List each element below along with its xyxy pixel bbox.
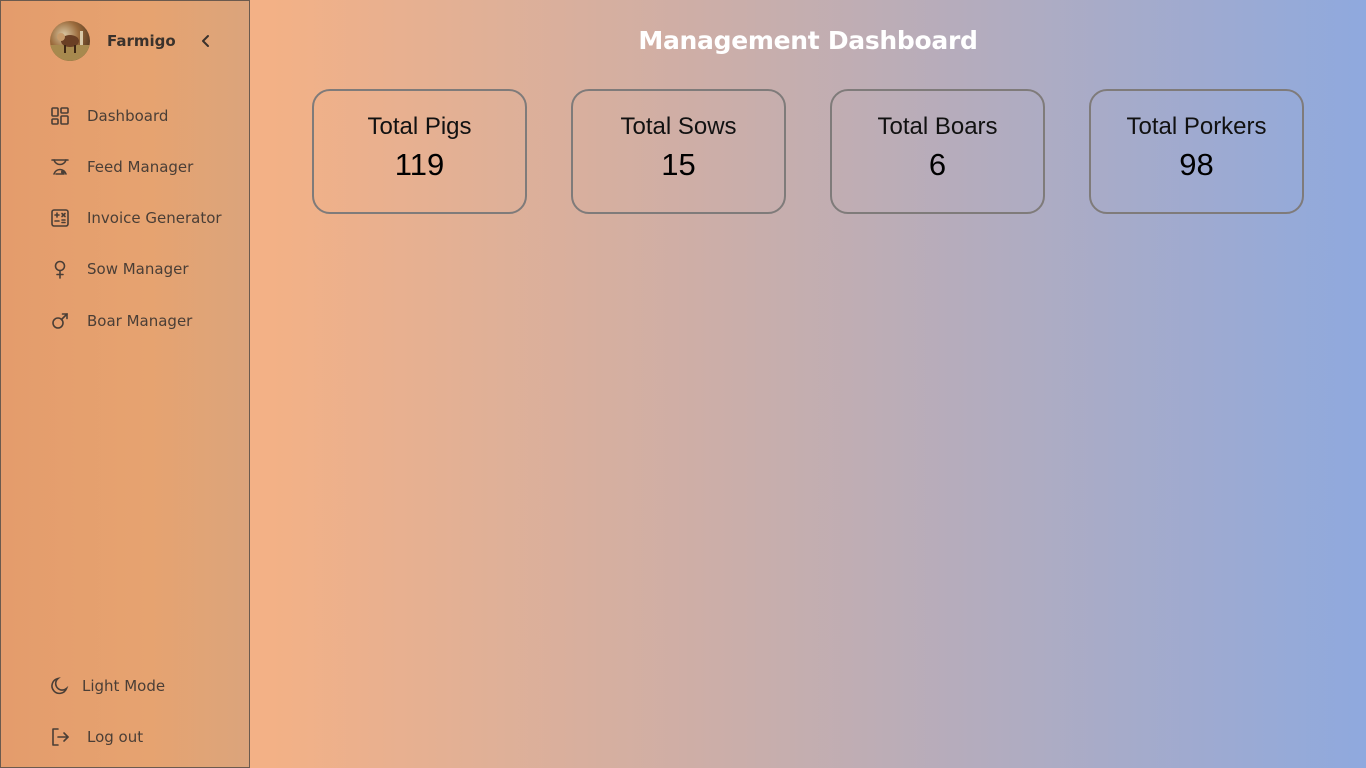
stat-card-label: Total Pigs xyxy=(367,113,472,140)
stat-card-total-pigs: Total Pigs 119 xyxy=(312,89,527,214)
sidebar-item-label: Sow Manager xyxy=(87,260,189,278)
brand-name: Farmigo xyxy=(107,32,176,50)
sidebar-item-sow-manager[interactable]: Sow Manager xyxy=(50,257,188,281)
sidebar-item-dashboard[interactable]: Dashboard xyxy=(50,104,168,128)
sidebar-item-label: Feed Manager xyxy=(87,158,194,176)
stat-card-total-porkers: Total Porkers 98 xyxy=(1089,89,1304,214)
female-icon xyxy=(50,259,70,279)
stat-card-total-boars: Total Boars 6 xyxy=(830,89,1045,214)
sidebar-item-label: Invoice Generator xyxy=(87,209,222,227)
feed-icon xyxy=(50,157,70,177)
stat-card-value: 119 xyxy=(394,147,445,182)
stat-card-label: Total Sows xyxy=(620,113,737,140)
moon-icon xyxy=(50,676,70,696)
stat-card-value: 98 xyxy=(1179,147,1214,182)
sidebar-item-label: Log out xyxy=(87,728,144,746)
sidebar-item-label: Dashboard xyxy=(87,107,169,125)
sidebar: Farmigo Dashboard Feed Manager Invoice G… xyxy=(0,0,250,768)
sidebar-item-invoice-generator[interactable]: Invoice Generator xyxy=(50,206,222,230)
chevron-left-icon[interactable] xyxy=(198,33,214,49)
stat-card-value: 15 xyxy=(661,147,696,182)
logout-icon xyxy=(50,727,70,747)
avatar xyxy=(50,21,90,61)
calculator-icon xyxy=(50,208,70,228)
brand: Farmigo xyxy=(50,21,214,61)
stat-card-label: Total Porkers xyxy=(1126,113,1267,140)
stat-card-label: Total Boars xyxy=(877,113,998,140)
stat-card-total-sows: Total Sows 15 xyxy=(571,89,786,214)
sidebar-item-feed-manager[interactable]: Feed Manager xyxy=(50,155,193,179)
sidebar-item-label: Boar Manager xyxy=(87,312,193,330)
dashboard-icon xyxy=(50,106,70,126)
page-title: Management Dashboard xyxy=(638,26,978,55)
sidebar-item-boar-manager[interactable]: Boar Manager xyxy=(50,309,192,333)
stat-card-value: 6 xyxy=(928,147,947,182)
light-mode-toggle[interactable]: Light Mode xyxy=(50,674,165,698)
logout-button[interactable]: Log out xyxy=(50,725,143,749)
male-icon xyxy=(50,311,70,331)
sidebar-item-label: Light Mode xyxy=(82,677,166,695)
